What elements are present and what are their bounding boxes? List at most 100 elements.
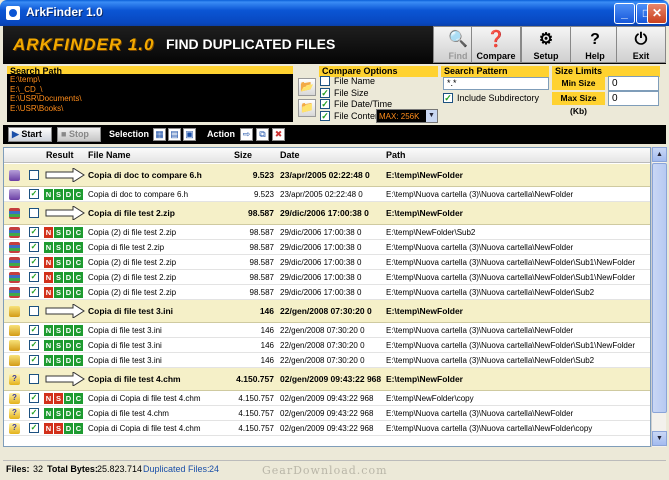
remove-path-button[interactable]: 📁 (298, 99, 316, 117)
table-row[interactable]: ? ✓ N S D C Copia di Copia di file test 4.chm 4… (4, 391, 650, 406)
row-checkbox[interactable]: ✓ (29, 272, 39, 282)
compare-button[interactable]: ❓ Compare (471, 26, 521, 63)
column-size[interactable]: Size (234, 150, 252, 160)
match-flag: S (54, 227, 64, 238)
table-row[interactable]: ✓ N S D C Copia di file test 2.zip 98.587 29/di… (4, 240, 650, 255)
row-checkbox[interactable]: ✓ (29, 325, 39, 335)
match-flag: C (74, 355, 84, 366)
row-checkbox[interactable]: ✓ (29, 408, 39, 418)
table-row[interactable]: ? ✓ N S D C Copia di file test 4.chm 4.150.757 0… (4, 406, 650, 421)
match-flag: D (64, 272, 74, 283)
row-checkbox[interactable]: ✓ (29, 189, 39, 199)
row-checkbox[interactable]: ✓ (29, 355, 39, 365)
table-row[interactable]: ✓ N S D C Copia di doc to compare 6.h 9.523 23/… (4, 187, 650, 202)
pattern-input[interactable]: *.* (443, 77, 549, 90)
match-flag: C (74, 189, 84, 200)
invert-selection-icon[interactable]: ▣ (183, 128, 196, 141)
group-row[interactable]: Copia di file test 2.zip 98.587 29/dic/200… (4, 202, 650, 225)
option-file-content[interactable]: ✓ File Content (320, 110, 383, 122)
help-button[interactable]: ? Help (570, 26, 620, 63)
row-checkbox[interactable]: ✓ (29, 227, 39, 237)
checkbox[interactable]: ✓ (443, 93, 453, 103)
file-date: 29/dic/2006 17:00:38 0 (280, 243, 362, 252)
column-file-name[interactable]: File Name (88, 150, 131, 160)
select-none-icon[interactable]: ▤ (168, 128, 181, 141)
row-checkbox[interactable]: ✓ (29, 340, 39, 350)
group-row[interactable]: Copia di file test 3.ini 146 22/gen/2008 0… (4, 300, 650, 323)
match-flag: C (74, 242, 84, 253)
match-flag: D (64, 423, 74, 434)
column-date[interactable]: Date (280, 150, 300, 160)
checkbox[interactable]: ✓ (320, 99, 330, 109)
start-button[interactable]: ▶ Start (8, 127, 52, 142)
row-checkbox[interactable]: ✓ (29, 242, 39, 252)
max-content-select[interactable]: MAX: 256K ▼ (376, 109, 438, 123)
match-flag: N (44, 325, 54, 336)
table-row[interactable]: ✓ N S D C Copia di file test 3.ini 146 22/gen/2… (4, 353, 650, 368)
close-button[interactable]: ✕ (647, 3, 667, 24)
table-row[interactable]: ✓ N S D C Copia di file test 3.ini 146 22/gen/2… (4, 338, 650, 353)
max-size-input[interactable]: 0 (608, 91, 659, 106)
file-date: 02/gen/2009 09:43:22 968 (280, 409, 374, 418)
match-flag: N (44, 355, 54, 366)
vertical-scrollbar[interactable]: ▲ ▼ (651, 147, 667, 447)
match-indicator: NSDC (44, 340, 84, 351)
group-path: E:\temp\NewFolder (386, 306, 463, 316)
row-checkbox[interactable]: ✓ (29, 393, 39, 403)
delete-icon[interactable]: ✖ (272, 128, 285, 141)
row-checkbox[interactable] (29, 170, 39, 180)
copy-icon[interactable]: ⧉ (256, 128, 269, 141)
group-size: 9.523 (252, 170, 274, 180)
stop-button[interactable]: ■ Stop (57, 127, 101, 142)
match-indicator: NSDC (44, 325, 84, 336)
files-label: Files: (6, 464, 30, 474)
checkbox[interactable]: ✓ (320, 88, 330, 98)
row-checkbox[interactable] (29, 374, 39, 384)
include-subdirectory-option[interactable]: ✓ Include Subdirectory (443, 92, 539, 104)
checkbox[interactable]: ✓ (320, 111, 330, 121)
table-row[interactable]: ✓ N S D C Copia (2) di file test 2.zip 98.587 2… (4, 225, 650, 240)
table-row[interactable]: ? ✓ N S D C Copia di Copia di file test 4.chm 4… (4, 421, 650, 436)
duplicated-files-label: Duplicated Files: (143, 464, 210, 474)
path-item[interactable]: E:\temp\ (10, 75, 290, 85)
minimize-button[interactable]: _ (614, 3, 635, 24)
checkbox[interactable] (320, 76, 330, 86)
file-type-icon (9, 208, 20, 219)
file-type-icon (9, 170, 20, 181)
match-indicator: NSDC (44, 355, 84, 366)
file-name: Copia di file test 2.zip (88, 243, 165, 252)
exit-button[interactable]: ⏻ Exit (616, 26, 666, 63)
row-checkbox[interactable]: ✓ (29, 257, 39, 267)
scroll-down-icon[interactable]: ▼ (652, 431, 667, 446)
table-row[interactable]: ✓ N S D C Copia di file test 3.ini 146 22/gen/2… (4, 323, 650, 338)
column-path[interactable]: Path (386, 150, 406, 160)
row-checkbox[interactable]: ✓ (29, 287, 39, 297)
row-checkbox[interactable] (29, 306, 39, 316)
group-row[interactable]: Copia di doc to compare 6.h 9.523 23/apr/2… (4, 164, 650, 187)
row-checkbox[interactable]: ✓ (29, 423, 39, 433)
row-checkbox[interactable] (29, 208, 39, 218)
setup-button[interactable]: ⚙ Setup (521, 26, 571, 63)
match-flag: N (44, 272, 54, 283)
path-item[interactable]: E:\USR\Documents\ (10, 94, 290, 104)
scroll-up-icon[interactable]: ▲ (652, 147, 667, 162)
group-arrow-icon (45, 371, 85, 387)
search-path-list[interactable]: E:\temp\ E:\_CD_\ E:\USR\Documents\ E:\U… (7, 74, 293, 122)
path-item[interactable]: E:\_CD_\ (10, 85, 290, 95)
action-label: Action (207, 129, 235, 139)
scroll-thumb[interactable] (652, 163, 667, 413)
column-result[interactable]: Result (46, 150, 74, 160)
file-type-icon: ? (9, 408, 20, 419)
select-all-icon[interactable]: ▦ (153, 128, 166, 141)
file-path: E:\temp\Nuova cartella (3)\Nuova cartell… (386, 409, 574, 418)
option-file-name[interactable]: File Name (320, 75, 375, 87)
move-icon[interactable]: ⇨ (240, 128, 253, 141)
table-row[interactable]: ✓ N S D C Copia (2) di file test 2.zip 98.587 2… (4, 255, 650, 270)
path-item[interactable]: E:\USR\Books\ (10, 104, 290, 114)
file-date: 02/gen/2009 09:43:22 968 (280, 424, 374, 433)
add-path-button[interactable]: 📂 (298, 78, 316, 96)
group-row[interactable]: ? Copia di file test 4.chm 4.150.757 02/gen… (4, 368, 650, 391)
table-row[interactable]: ✓ N S D C Copia (2) di file test 2.zip 98.587 2… (4, 285, 650, 300)
table-row[interactable]: ✓ N S D C Copia (2) di file test 2.zip 98.587 2… (4, 270, 650, 285)
min-size-input[interactable]: 0 (608, 76, 659, 91)
